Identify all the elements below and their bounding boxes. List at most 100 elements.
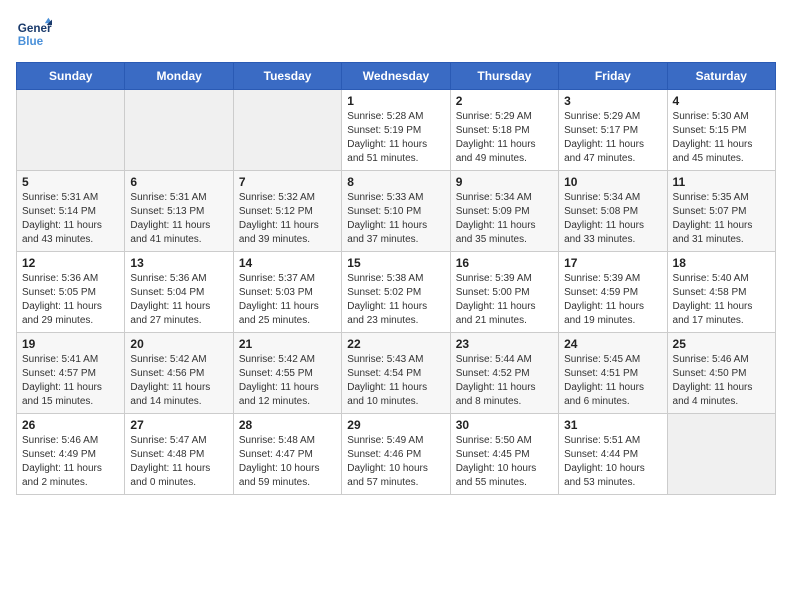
cell-text: Sunrise: 5:32 AM xyxy=(239,191,336,205)
cell-text: Sunrise: 5:42 AM xyxy=(130,353,227,367)
cell-text: Sunset: 5:00 PM xyxy=(456,286,553,300)
day-number: 24 xyxy=(564,337,661,351)
calendar-cell xyxy=(17,90,125,171)
cell-text: Sunset: 4:51 PM xyxy=(564,367,661,381)
calendar-cell xyxy=(667,414,775,495)
day-number: 8 xyxy=(347,175,444,189)
cell-text: and 25 minutes. xyxy=(239,314,336,328)
cell-text: and 17 minutes. xyxy=(673,314,770,328)
cell-text: Sunrise: 5:39 AM xyxy=(564,272,661,286)
day-header-saturday: Saturday xyxy=(667,63,775,90)
calendar-cell: 26Sunrise: 5:46 AMSunset: 4:49 PMDayligh… xyxy=(17,414,125,495)
cell-text: and 4 minutes. xyxy=(673,395,770,409)
cell-text: Sunrise: 5:47 AM xyxy=(130,434,227,448)
day-header-sunday: Sunday xyxy=(17,63,125,90)
calendar-cell: 1Sunrise: 5:28 AMSunset: 5:19 PMDaylight… xyxy=(342,90,450,171)
cell-text: and 35 minutes. xyxy=(456,233,553,247)
calendar-cell: 17Sunrise: 5:39 AMSunset: 4:59 PMDayligh… xyxy=(559,252,667,333)
calendar-cell: 18Sunrise: 5:40 AMSunset: 4:58 PMDayligh… xyxy=(667,252,775,333)
cell-text: Sunrise: 5:40 AM xyxy=(673,272,770,286)
day-number: 9 xyxy=(456,175,553,189)
cell-text: and 53 minutes. xyxy=(564,476,661,490)
week-row-1: 5Sunrise: 5:31 AMSunset: 5:14 PMDaylight… xyxy=(17,171,776,252)
day-number: 15 xyxy=(347,256,444,270)
calendar-header: SundayMondayTuesdayWednesdayThursdayFrid… xyxy=(17,63,776,90)
cell-text: Daylight: 11 hours xyxy=(673,219,770,233)
cell-text: Daylight: 10 hours xyxy=(239,462,336,476)
day-number: 5 xyxy=(22,175,119,189)
cell-text: Sunset: 5:10 PM xyxy=(347,205,444,219)
cell-text: and 39 minutes. xyxy=(239,233,336,247)
cell-text: Sunset: 4:57 PM xyxy=(22,367,119,381)
day-number: 22 xyxy=(347,337,444,351)
calendar: SundayMondayTuesdayWednesdayThursdayFrid… xyxy=(16,62,776,495)
cell-text: Daylight: 11 hours xyxy=(564,138,661,152)
cell-text: Sunset: 5:05 PM xyxy=(22,286,119,300)
week-row-4: 26Sunrise: 5:46 AMSunset: 4:49 PMDayligh… xyxy=(17,414,776,495)
cell-text: and 15 minutes. xyxy=(22,395,119,409)
cell-text: Daylight: 11 hours xyxy=(456,300,553,314)
days-of-week-row: SundayMondayTuesdayWednesdayThursdayFrid… xyxy=(17,63,776,90)
day-header-tuesday: Tuesday xyxy=(233,63,341,90)
day-number: 25 xyxy=(673,337,770,351)
logo: General Blue xyxy=(16,16,52,52)
day-number: 29 xyxy=(347,418,444,432)
cell-text: Sunrise: 5:43 AM xyxy=(347,353,444,367)
cell-text: Daylight: 11 hours xyxy=(673,138,770,152)
cell-text: Daylight: 10 hours xyxy=(456,462,553,476)
cell-text: Sunrise: 5:46 AM xyxy=(22,434,119,448)
cell-text: Daylight: 10 hours xyxy=(347,462,444,476)
cell-text: and 29 minutes. xyxy=(22,314,119,328)
calendar-body: 1Sunrise: 5:28 AMSunset: 5:19 PMDaylight… xyxy=(17,90,776,495)
cell-text: and 31 minutes. xyxy=(673,233,770,247)
calendar-cell: 11Sunrise: 5:35 AMSunset: 5:07 PMDayligh… xyxy=(667,171,775,252)
calendar-cell: 15Sunrise: 5:38 AMSunset: 5:02 PMDayligh… xyxy=(342,252,450,333)
cell-text: Sunset: 5:03 PM xyxy=(239,286,336,300)
calendar-cell: 23Sunrise: 5:44 AMSunset: 4:52 PMDayligh… xyxy=(450,333,558,414)
cell-text: Sunrise: 5:39 AM xyxy=(456,272,553,286)
cell-text: Sunset: 4:49 PM xyxy=(22,448,119,462)
calendar-cell: 27Sunrise: 5:47 AMSunset: 4:48 PMDayligh… xyxy=(125,414,233,495)
cell-text: Sunrise: 5:28 AM xyxy=(347,110,444,124)
week-row-2: 12Sunrise: 5:36 AMSunset: 5:05 PMDayligh… xyxy=(17,252,776,333)
cell-text: and 45 minutes. xyxy=(673,152,770,166)
cell-text: Daylight: 11 hours xyxy=(456,219,553,233)
cell-text: and 49 minutes. xyxy=(456,152,553,166)
calendar-cell: 25Sunrise: 5:46 AMSunset: 4:50 PMDayligh… xyxy=(667,333,775,414)
calendar-cell: 9Sunrise: 5:34 AMSunset: 5:09 PMDaylight… xyxy=(450,171,558,252)
calendar-cell: 28Sunrise: 5:48 AMSunset: 4:47 PMDayligh… xyxy=(233,414,341,495)
cell-text: Daylight: 11 hours xyxy=(673,300,770,314)
cell-text: and 14 minutes. xyxy=(130,395,227,409)
calendar-cell: 21Sunrise: 5:42 AMSunset: 4:55 PMDayligh… xyxy=(233,333,341,414)
cell-text: and 43 minutes. xyxy=(22,233,119,247)
cell-text: Sunset: 4:58 PM xyxy=(673,286,770,300)
calendar-cell: 16Sunrise: 5:39 AMSunset: 5:00 PMDayligh… xyxy=(450,252,558,333)
day-header-monday: Monday xyxy=(125,63,233,90)
cell-text: Sunrise: 5:46 AM xyxy=(673,353,770,367)
day-number: 21 xyxy=(239,337,336,351)
cell-text: Sunset: 4:55 PM xyxy=(239,367,336,381)
cell-text: Daylight: 10 hours xyxy=(564,462,661,476)
cell-text: Sunrise: 5:48 AM xyxy=(239,434,336,448)
cell-text: Sunrise: 5:33 AM xyxy=(347,191,444,205)
cell-text: Daylight: 11 hours xyxy=(456,138,553,152)
cell-text: Sunrise: 5:41 AM xyxy=(22,353,119,367)
day-number: 31 xyxy=(564,418,661,432)
cell-text: Sunset: 4:45 PM xyxy=(456,448,553,462)
cell-text: Sunset: 5:14 PM xyxy=(22,205,119,219)
calendar-cell xyxy=(125,90,233,171)
day-number: 6 xyxy=(130,175,227,189)
calendar-cell: 14Sunrise: 5:37 AMSunset: 5:03 PMDayligh… xyxy=(233,252,341,333)
cell-text: Sunrise: 5:35 AM xyxy=(673,191,770,205)
cell-text: and 59 minutes. xyxy=(239,476,336,490)
cell-text: Sunrise: 5:30 AM xyxy=(673,110,770,124)
day-number: 20 xyxy=(130,337,227,351)
cell-text: Sunset: 5:07 PM xyxy=(673,205,770,219)
cell-text: Sunset: 4:48 PM xyxy=(130,448,227,462)
cell-text: and 23 minutes. xyxy=(347,314,444,328)
cell-text: Sunset: 4:54 PM xyxy=(347,367,444,381)
day-number: 17 xyxy=(564,256,661,270)
cell-text: Daylight: 11 hours xyxy=(564,219,661,233)
cell-text: and 10 minutes. xyxy=(347,395,444,409)
calendar-cell: 8Sunrise: 5:33 AMSunset: 5:10 PMDaylight… xyxy=(342,171,450,252)
